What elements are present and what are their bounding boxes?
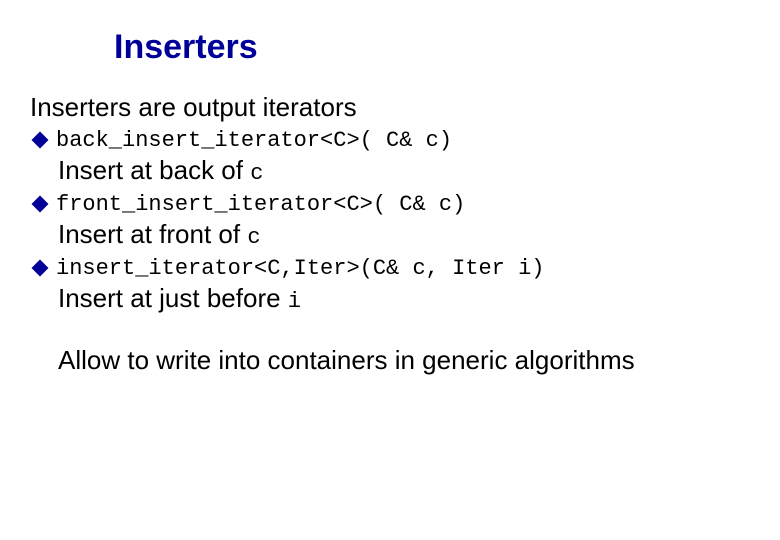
closing-text: Allow to write into containers in generi… xyxy=(58,344,718,378)
diamond-bullet-icon xyxy=(32,260,49,277)
desc-text: Insert at just before xyxy=(58,283,288,313)
desc-code: i xyxy=(288,289,301,314)
bullet-item: insert_iterator<C,Iter>(C& c, Iter i) xyxy=(30,256,750,281)
bullet-description: Insert at just before i xyxy=(58,283,750,314)
code-signature: insert_iterator<C,Iter>(C& c, Iter i) xyxy=(56,256,544,281)
bullet-item: back_insert_iterator<C>( C& c) xyxy=(30,128,750,153)
bullet-item: front_insert_iterator<C>( C& c) xyxy=(30,192,750,217)
desc-code: c xyxy=(250,161,263,186)
desc-code: c xyxy=(247,225,260,250)
desc-text: Insert at front of xyxy=(58,219,247,249)
intro-text: Inserters are output iterators xyxy=(30,91,750,124)
code-signature: back_insert_iterator<C>( C& c) xyxy=(56,128,452,153)
diamond-bullet-icon xyxy=(32,132,49,149)
slide-title: Inserters xyxy=(114,28,750,67)
diamond-bullet-icon xyxy=(32,196,49,213)
bullet-description: Insert at front of c xyxy=(58,219,750,250)
slide: Inserters Inserters are output iterators… xyxy=(0,0,780,540)
desc-text: Insert at back of xyxy=(58,155,250,185)
code-signature: front_insert_iterator<C>( C& c) xyxy=(56,192,465,217)
bullet-description: Insert at back of c xyxy=(58,155,750,186)
